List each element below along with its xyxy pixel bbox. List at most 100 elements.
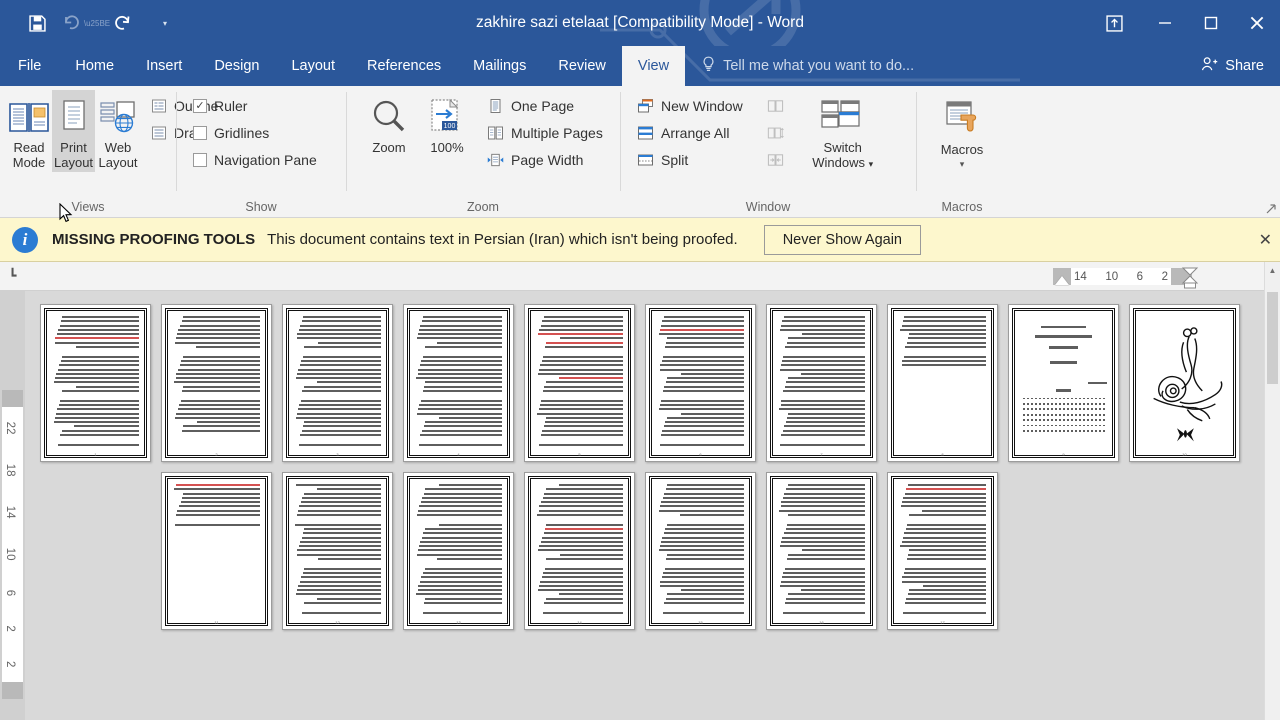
page-thumbnail[interactable]: 5 <box>524 304 635 462</box>
redo-icon[interactable] <box>108 8 138 38</box>
zoom-100-button[interactable]: 100 100% <box>418 90 476 157</box>
ribbon-dialog-launcher-icon[interactable] <box>1261 199 1277 215</box>
document-work-area: ┗ 2 2 6 10 14 18 22 14 10 6 2 1 2 3 4 5 … <box>0 262 1280 720</box>
arrange-all-button[interactable]: Arrange All <box>632 121 748 145</box>
tell-me-search[interactable]: Tell me what you want to do... <box>685 46 914 86</box>
page-thumbnail-slot[interactable]: 1 <box>35 299 156 467</box>
page-text-line <box>294 438 381 441</box>
document-canvas[interactable]: 1 2 3 4 5 6 7 8 9 10 11 12 13 14 15 16 17 <box>25 291 1264 720</box>
page-thumbnail[interactable]: 14 <box>524 472 635 630</box>
left-indent-marker[interactable] <box>1055 276 1069 285</box>
share-button[interactable]: Share <box>1187 46 1280 86</box>
tab-references[interactable]: References <box>351 46 457 86</box>
page-thumbnail[interactable]: 16 <box>766 472 877 630</box>
page-width-button[interactable]: Page Width <box>482 148 608 172</box>
reset-window-position-button[interactable] <box>762 148 789 172</box>
macros-caret[interactable]: ▾ <box>960 157 965 172</box>
new-window-button[interactable]: New Window <box>632 94 748 118</box>
page-thumbnail[interactable]: 6 <box>645 304 756 462</box>
maximize-button[interactable] <box>1188 0 1234 46</box>
page-thumbnail-slot[interactable]: 15 <box>640 467 761 635</box>
page-thumbnail-slot[interactable]: 3 <box>277 299 398 467</box>
page-thumbnail-slot[interactable]: 17 <box>882 467 1003 635</box>
page-text-line <box>54 341 139 344</box>
right-indent-marker[interactable] <box>1181 267 1199 289</box>
tab-insert[interactable]: Insert <box>130 46 198 86</box>
view-side-by-side-button[interactable] <box>762 94 789 118</box>
tab-layout[interactable]: Layout <box>275 46 351 86</box>
tab-mailings[interactable]: Mailings <box>457 46 542 86</box>
page-thumbnail[interactable]: 9 <box>1008 304 1119 462</box>
page-thumbnail[interactable]: 8 <box>887 304 998 462</box>
page-thumbnail[interactable]: 4 <box>403 304 514 462</box>
page-thumbnail-slot[interactable]: 7 <box>761 299 882 467</box>
page-thumbnail-slot[interactable]: 12 <box>277 467 398 635</box>
ribbon-tabs[interactable]: File Home Insert Design Layout Reference… <box>0 46 1280 86</box>
page-thumbnail-slot[interactable]: 4 <box>398 299 519 467</box>
save-icon[interactable] <box>22 8 52 38</box>
page-text-line <box>421 501 502 504</box>
page-text-line <box>784 492 865 495</box>
tab-design[interactable]: Design <box>198 46 275 86</box>
minimize-button[interactable] <box>1142 0 1188 46</box>
split-button[interactable]: Split <box>632 148 748 172</box>
page-thumbnail[interactable]: 10 <box>1129 304 1240 462</box>
ruler-checkbox-row[interactable]: ✓ Ruler <box>188 94 322 118</box>
gridlines-checkbox[interactable] <box>193 126 207 140</box>
multiple-pages-button[interactable]: Multiple Pages <box>482 121 608 145</box>
ribbon-display-options-icon[interactable] <box>1086 0 1142 46</box>
vertical-scrollbar-thumb[interactable] <box>1267 292 1278 384</box>
tab-review[interactable]: Review <box>542 46 622 86</box>
page-thumbnail[interactable]: 3 <box>282 304 393 462</box>
gridlines-checkbox-row[interactable]: Gridlines <box>188 121 322 145</box>
customize-qat-caret[interactable]: ▾ <box>158 8 172 38</box>
print-layout-button[interactable]: Print Layout <box>52 90 96 172</box>
page-thumbnail[interactable]: 2 <box>161 304 272 462</box>
zoom-button[interactable]: Zoom <box>360 90 418 157</box>
page-thumbnail[interactable]: 7 <box>766 304 877 462</box>
page-thumbnail-slot[interactable]: 2 <box>156 299 277 467</box>
ruler-checkbox[interactable]: ✓ <box>193 99 207 113</box>
page-thumbnail[interactable]: 13 <box>403 472 514 630</box>
page-text-line <box>903 496 986 499</box>
navigation-pane-checkbox-row[interactable]: Navigation Pane <box>188 148 322 172</box>
close-button[interactable] <box>1234 0 1280 46</box>
page-text-line <box>542 536 623 539</box>
page-thumbnail-slot[interactable]: 8 <box>882 299 1003 467</box>
tab-home[interactable]: Home <box>59 46 130 86</box>
page-thumbnail-slot[interactable]: 6 <box>640 299 761 467</box>
tab-view[interactable]: View <box>621 46 686 86</box>
horizontal-ruler[interactable]: 14 10 6 2 <box>25 262 1264 291</box>
macros-button[interactable]: Macros ▾ <box>924 92 1000 174</box>
page-thumbnail-slot[interactable]: 13 <box>398 467 519 635</box>
page-thumbnail[interactable]: 11 <box>161 472 272 630</box>
page-thumbnail-slot[interactable]: 5 <box>519 299 640 467</box>
navigation-pane-checkbox[interactable] <box>193 153 207 167</box>
read-mode-button[interactable]: Read Mode <box>6 90 52 172</box>
page-thumbnail-slot[interactable]: 16 <box>761 467 882 635</box>
message-bar-close-icon[interactable]: ✕ <box>1255 226 1276 254</box>
tab-file[interactable]: File <box>0 46 59 86</box>
page-thumbnail-slot[interactable]: 14 <box>519 467 640 635</box>
page-thumbnail[interactable]: 17 <box>887 472 998 630</box>
page-thumbnail-grid[interactable]: 1 2 3 4 5 6 7 8 9 10 11 12 13 14 15 16 17 <box>25 291 1264 635</box>
window-controls[interactable] <box>1086 0 1280 46</box>
never-show-again-button[interactable]: Never Show Again <box>763 224 921 255</box>
switch-windows-button[interactable]: Switch Windows ▾ <box>805 90 881 174</box>
vertical-scrollbar[interactable]: ▲ ▼ <box>1264 262 1280 720</box>
page-thumbnail-slot[interactable]: 11 <box>156 467 277 635</box>
undo-icon[interactable] <box>56 8 86 38</box>
quick-access-toolbar[interactable]: \u25BE ▾ <box>0 8 172 38</box>
scroll-up-icon[interactable]: ▲ <box>1265 262 1280 278</box>
page-thumbnail[interactable]: 1 <box>40 304 151 462</box>
synchronous-scrolling-button[interactable] <box>762 121 789 145</box>
page-thumbnail[interactable]: 15 <box>645 472 756 630</box>
undo-dropdown-caret[interactable]: \u25BE <box>84 8 110 38</box>
page-thumbnail-slot[interactable]: 9 <box>1003 299 1124 467</box>
page-thumbnail[interactable]: 12 <box>282 472 393 630</box>
vertical-ruler[interactable]: ┗ 2 2 6 10 14 18 22 <box>0 262 25 720</box>
web-layout-button[interactable]: Web Layout <box>95 90 141 172</box>
tab-stop-selector[interactable]: ┗ <box>0 262 25 291</box>
one-page-button[interactable]: One Page <box>482 94 608 118</box>
page-thumbnail-slot[interactable]: 10 <box>1124 299 1245 467</box>
